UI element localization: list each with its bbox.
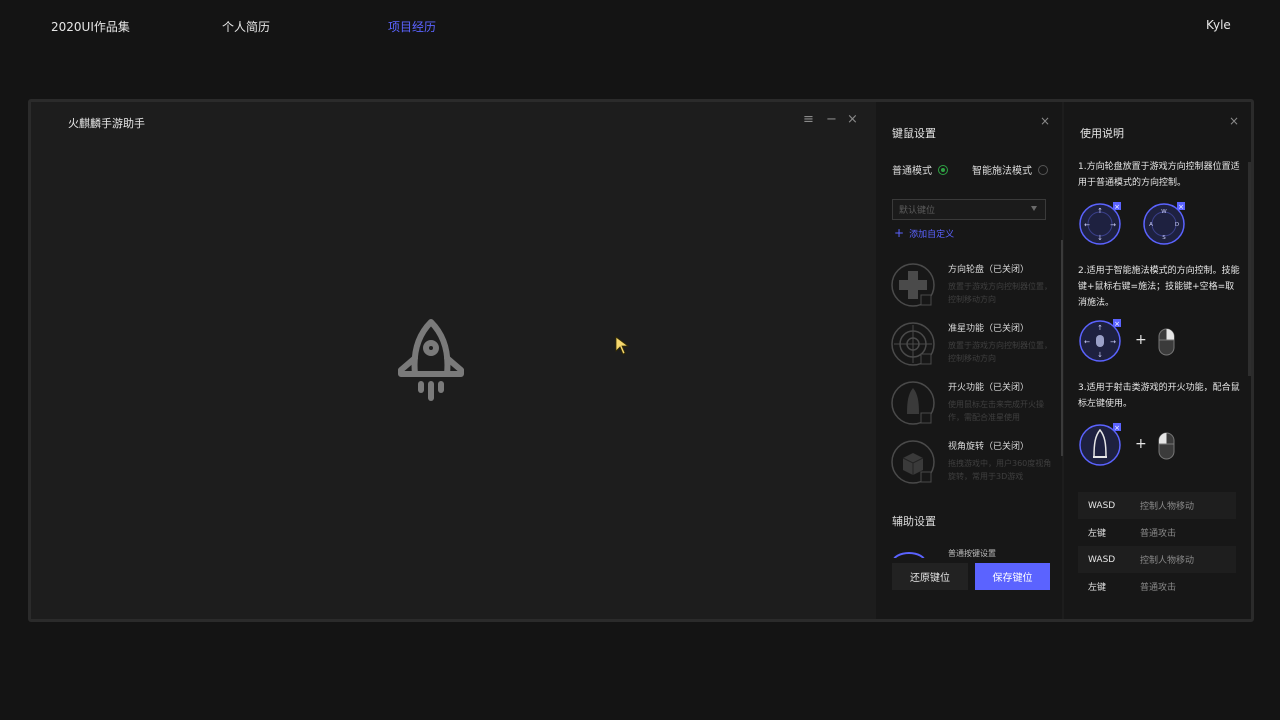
svg-text:→: → bbox=[1110, 338, 1116, 346]
minimize-icon[interactable]: − bbox=[826, 112, 837, 127]
wasd-letter-w: W bbox=[1161, 209, 1167, 215]
key-settings-title: 键鼠设置 bbox=[892, 127, 936, 140]
crosshair-icon bbox=[891, 322, 935, 366]
mode-normal-option[interactable]: 普通模式 bbox=[892, 162, 948, 177]
wasd-letter-d: D bbox=[1175, 222, 1179, 228]
close-icon[interactable]: × bbox=[847, 112, 858, 127]
help-scrollbar[interactable] bbox=[1248, 162, 1251, 376]
svg-text:↓: ↓ bbox=[1097, 234, 1103, 242]
preset-select[interactable]: 默认键位 bbox=[892, 199, 1046, 220]
table-row: WASD 控制人物移动 bbox=[1078, 492, 1236, 519]
chevron-down-icon bbox=[1031, 206, 1037, 211]
nav-projects[interactable]: 项目经历 bbox=[388, 18, 436, 35]
table-row: 左键 普通攻击 bbox=[1078, 573, 1236, 600]
mode-smart-radio[interactable] bbox=[1038, 164, 1048, 175]
plus-icon: + bbox=[894, 226, 905, 240]
svg-text:↑: ↑ bbox=[1097, 207, 1103, 215]
nav-user[interactable]: Kyle bbox=[1206, 18, 1231, 32]
svg-text:×: × bbox=[1178, 203, 1184, 211]
action-cell: 控制人物移动 bbox=[1140, 556, 1195, 566]
svg-text:←: ← bbox=[1084, 338, 1090, 346]
svg-text:↑: ↑ bbox=[1097, 324, 1103, 332]
action-cell: 普通攻击 bbox=[1140, 583, 1177, 593]
top-nav: 2020UI作品集 个人简历 项目经历 Kyle bbox=[0, 0, 1280, 52]
plus-sign-1: + bbox=[1135, 332, 1147, 348]
feature-crosshair-title: 准星功能（已关闭） bbox=[948, 324, 1030, 334]
feature-rotate-title: 视角旋转（已关闭） bbox=[948, 442, 1030, 452]
add-custom-button[interactable]: + 添加自定义 bbox=[894, 226, 954, 240]
nav-portfolio[interactable]: 2020UI作品集 bbox=[51, 18, 130, 35]
save-keys-button[interactable]: 保存键位 bbox=[975, 563, 1050, 590]
help-step-2: 2.适用于智能施法模式的方向控制。技能键+鼠标右键=施法；技能键+空格=取消施法… bbox=[1078, 266, 1240, 308]
nav-resume[interactable]: 个人简历 bbox=[222, 18, 270, 35]
aux-settings-title: 辅助设置 bbox=[892, 515, 936, 528]
key-cell: 左键 bbox=[1088, 583, 1107, 593]
feature-fire-title: 开火功能（已关闭） bbox=[948, 383, 1030, 393]
svg-text:×: × bbox=[1114, 320, 1120, 328]
feature-crosshair-desc: 放置于游戏方向控制器位置，控制移动方向 bbox=[948, 341, 1052, 363]
mode-smart-option[interactable]: 智能施法模式 bbox=[972, 162, 1048, 177]
svg-text:×: × bbox=[1114, 424, 1120, 432]
svg-text:↓: ↓ bbox=[1097, 351, 1103, 359]
mouse-left-click-icon bbox=[1158, 432, 1175, 460]
mode-normal-label: 普通模式 bbox=[892, 166, 932, 177]
dpad-icon bbox=[891, 263, 935, 307]
add-custom-label: 添加自定义 bbox=[909, 229, 955, 240]
plus-sign-2: + bbox=[1135, 436, 1147, 452]
key-settings-close-icon[interactable]: × bbox=[1040, 114, 1050, 128]
wasd-wheel-icon: W S A D × bbox=[1143, 202, 1185, 245]
key-cell: WASD bbox=[1088, 554, 1116, 565]
smart-dpad-icon: ↑ ↓ ← → × bbox=[1079, 319, 1121, 362]
bullet-icon bbox=[891, 381, 935, 425]
mouse-right-click-icon bbox=[1158, 328, 1175, 356]
feature-crosshair[interactable]: 准星功能（已关闭） 放置于游戏方向控制器位置，控制移动方向 bbox=[890, 321, 1058, 373]
table-row: 左键 普通攻击 bbox=[1078, 519, 1236, 546]
feature-dpad[interactable]: 方向轮盘（已关闭） 放置于游戏方向控制器位置，控制移动方向 bbox=[890, 262, 1058, 314]
dpad-arrows-icon: ↑ ↓ ← → × bbox=[1079, 202, 1121, 245]
svg-text:×: × bbox=[1114, 203, 1120, 211]
help-step-3: 3.适用于射击类游戏的开火功能，配合鼠标左键使用。 bbox=[1078, 383, 1240, 409]
feature-dpad-title: 方向轮盘（已关闭） bbox=[948, 265, 1030, 275]
help-step-1: 1.方向轮盘放置于游戏方向控制器位置适用于普通模式的方向控制。 bbox=[1078, 162, 1240, 188]
mode-smart-label: 智能施法模式 bbox=[972, 166, 1032, 177]
scrollbar[interactable] bbox=[1061, 240, 1063, 456]
feature-rotate-desc: 拖拽游戏中，用户360度视角旋转，常用于3D游戏 bbox=[948, 459, 1052, 481]
key-settings-panel: 键鼠设置 × 普通模式 智能施法模式 默认键位 + 添加自定义 方向轮盘（已关闭… bbox=[876, 102, 1063, 619]
app-window: 火麒麟手游助手 ≡ − × 键鼠设置 × 普通模式 智能施法模式 默认键位 + … bbox=[28, 99, 1254, 622]
fire-bullet-icon: × bbox=[1079, 423, 1121, 466]
key-cell: 左键 bbox=[1088, 529, 1107, 539]
table-row: WASD 控制人物移动 bbox=[1078, 546, 1236, 573]
svg-text:→: → bbox=[1110, 221, 1116, 229]
feature-rotate[interactable]: 视角旋转（已关闭） 拖拽游戏中，用户360度视角旋转，常用于3D游戏 bbox=[890, 439, 1058, 491]
feature-dpad-desc: 放置于游戏方向控制器位置，控制移动方向 bbox=[948, 282, 1052, 304]
aux-item-peek[interactable]: 普通按键设置 bbox=[892, 548, 1052, 558]
mode-normal-radio[interactable] bbox=[938, 164, 948, 175]
key-mapping-table: WASD 控制人物移动 左键 普通攻击 WASD 控制人物移动 左键 普通攻击 bbox=[1078, 492, 1236, 600]
aux-icon bbox=[892, 552, 926, 558]
wasd-letter-s: S bbox=[1162, 235, 1166, 241]
help-panel: 使用说明 × 1.方向轮盘放置于游戏方向控制器位置适用于普通模式的方向控制。 ↑… bbox=[1064, 102, 1251, 619]
feature-fire-desc: 使用鼠标左击来完成开火操作，需配合准星使用 bbox=[948, 400, 1044, 422]
help-close-icon[interactable]: × bbox=[1229, 114, 1239, 128]
reset-keys-button[interactable]: 还原键位 bbox=[892, 563, 968, 590]
feature-fire[interactable]: 开火功能（已关闭） 使用鼠标左击来完成开火操作，需配合准星使用 bbox=[890, 380, 1058, 432]
aux-item-label: 普通按键设置 bbox=[948, 549, 996, 558]
key-cell: WASD bbox=[1088, 500, 1116, 511]
help-title: 使用说明 bbox=[1080, 127, 1124, 140]
svg-text:←: ← bbox=[1084, 221, 1090, 229]
preset-select-placeholder: 默认键位 bbox=[899, 206, 936, 216]
action-cell: 控制人物移动 bbox=[1140, 502, 1195, 512]
app-title: 火麒麟手游助手 bbox=[68, 117, 145, 130]
menu-icon[interactable]: ≡ bbox=[803, 112, 814, 127]
cursor-icon bbox=[615, 336, 630, 355]
rocket-icon bbox=[398, 319, 464, 401]
cube-icon bbox=[891, 440, 935, 484]
wasd-letter-a: A bbox=[1149, 222, 1153, 228]
action-cell: 普通攻击 bbox=[1140, 529, 1177, 539]
